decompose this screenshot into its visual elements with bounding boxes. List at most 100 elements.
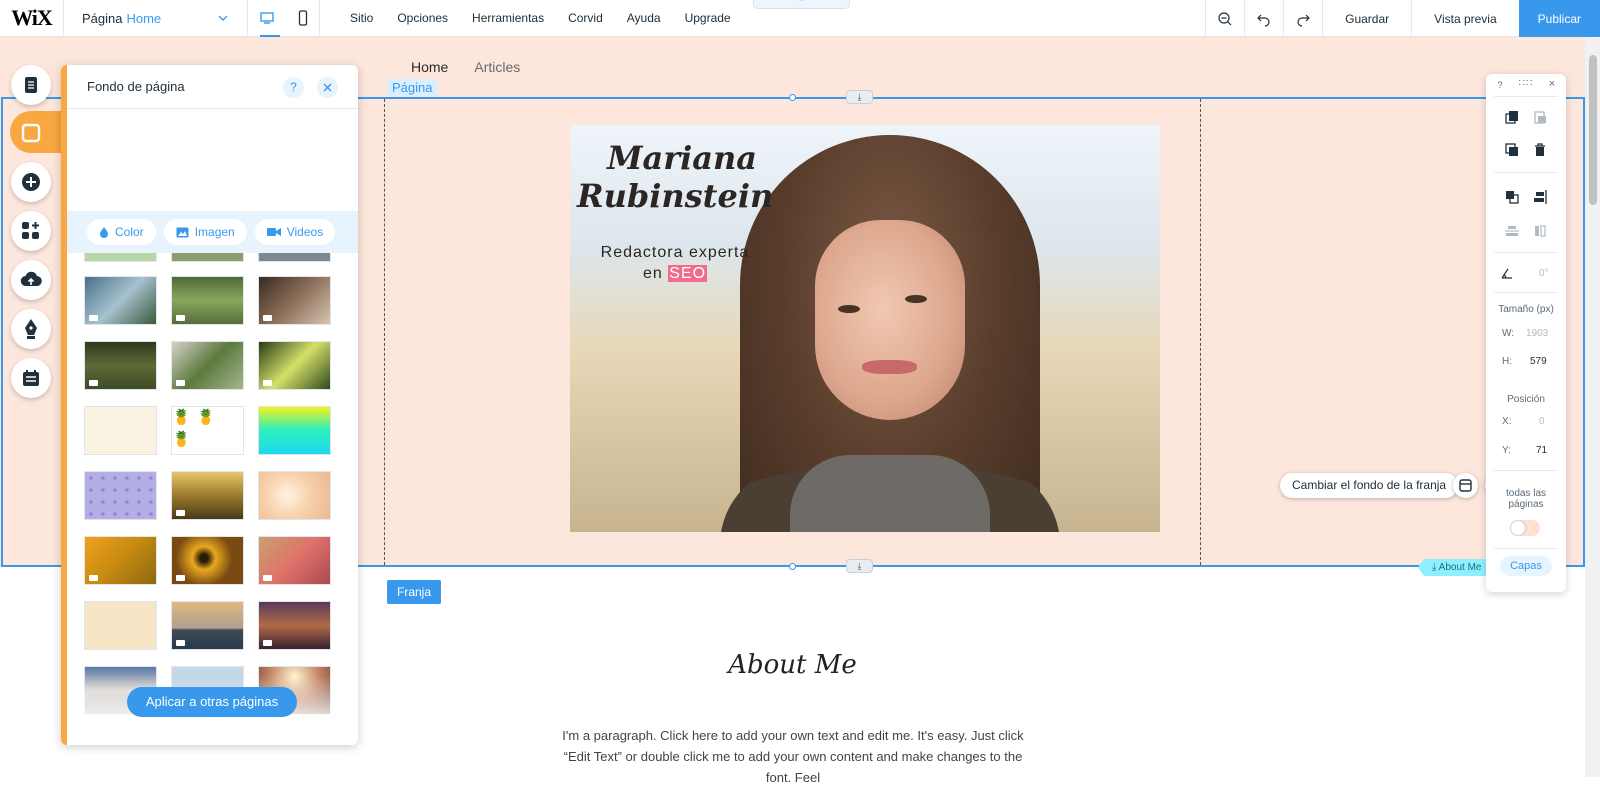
bookings-button[interactable] (11, 358, 51, 398)
tab-image[interactable]: Imagen (163, 219, 247, 245)
apply-to-other-pages-button[interactable]: Aplicar a otras páginas (127, 687, 297, 717)
stretch-handle-bottom[interactable]: ⤓ (846, 559, 873, 573)
top-menu: Sitio Opciones Herramientas Corvid Ayuda… (338, 11, 743, 25)
video-thumbnail[interactable] (258, 276, 331, 325)
rotation-value[interactable]: 0° (1539, 268, 1549, 279)
rotate-angle-icon[interactable] (1500, 266, 1514, 280)
align-center-icon[interactable] (1505, 224, 1519, 238)
paste-icon[interactable] (1533, 110, 1547, 124)
layers-button[interactable]: Capas (1500, 556, 1552, 576)
mobile-icon[interactable] (298, 10, 308, 26)
separator (1494, 172, 1558, 173)
distribute-icon[interactable] (1533, 224, 1547, 238)
width-value[interactable]: 1903 (1526, 328, 1548, 339)
background-type-tabs: Color Imagen Videos (67, 211, 358, 253)
video-camera-icon (89, 315, 98, 321)
video-thumbnail[interactable] (258, 341, 331, 390)
element-tools-panel: ? ∷∷ × 0° Tamaño (px) W: 1903 H: 579 Pos… (1486, 74, 1566, 592)
cloud-upload-icon (20, 271, 42, 287)
nav-articles[interactable]: Articles (474, 59, 520, 75)
left-toolbar (0, 37, 66, 777)
tab-videos[interactable]: Videos (254, 219, 336, 245)
hero-photo-eye (838, 305, 860, 313)
video-thumbnail[interactable] (171, 341, 244, 390)
strip-tag[interactable]: Franja (387, 580, 442, 604)
blog-button[interactable] (11, 309, 51, 349)
video-thumbnail[interactable] (84, 341, 157, 390)
anchor-label[interactable]: ⤓ About Me (1418, 559, 1492, 576)
video-thumbnail[interactable] (84, 601, 157, 650)
menu-ayuda[interactable]: Ayuda (627, 11, 661, 25)
panel-close-button[interactable] (317, 77, 338, 98)
video-thumbnail[interactable] (258, 253, 331, 262)
separator (1494, 548, 1558, 549)
video-thumbnail[interactable]: 🍍🍍🍍 (171, 406, 244, 455)
hero-photo-shirt (790, 455, 990, 532)
tools-close-button[interactable]: × (1512, 78, 1592, 90)
video-thumbnail[interactable] (171, 536, 244, 585)
vertical-scrollbar[interactable] (1585, 37, 1600, 777)
video-thumbnail[interactable] (84, 471, 157, 520)
save-button[interactable]: Guardar (1322, 0, 1411, 37)
video-thumbnail[interactable] (84, 253, 157, 262)
video-thumbnail[interactable] (258, 471, 331, 520)
stretch-handle-top[interactable]: ⤓ (846, 90, 873, 104)
x-value[interactable]: 0 (1539, 416, 1545, 427)
add-button[interactable] (11, 162, 51, 202)
video-thumbnail[interactable] (171, 276, 244, 325)
video-camera-icon (89, 575, 98, 581)
video-thumbnail[interactable] (258, 536, 331, 585)
about-title[interactable]: About Me (600, 650, 985, 680)
preview-button[interactable]: Vista previa (1411, 0, 1518, 37)
video-camera-icon (263, 640, 272, 646)
menu-opciones[interactable]: Opciones (397, 11, 448, 25)
menu-upgrade[interactable]: Upgrade (685, 11, 731, 25)
video-camera-icon (176, 640, 185, 646)
background-button[interactable] (11, 113, 51, 153)
pages-icon (25, 77, 37, 93)
desktop-icon[interactable] (259, 11, 275, 25)
menu-herramientas[interactable]: Herramientas (472, 11, 544, 25)
trash-icon[interactable] (1533, 143, 1547, 157)
video-thumbnail[interactable] (84, 536, 157, 585)
size-label: Tamaño (px) (1498, 304, 1554, 315)
video-thumbnail[interactable] (171, 253, 244, 262)
toggle-knob (1511, 521, 1525, 535)
video-thumbnail[interactable] (258, 406, 331, 455)
video-thumbnail[interactable] (84, 406, 157, 455)
resize-handle-top[interactable] (789, 94, 796, 101)
publish-button[interactable]: Publicar (1518, 0, 1600, 37)
upload-media-button[interactable] (11, 260, 51, 300)
about-paragraph[interactable]: I'm a paragraph. Click here to add your … (553, 725, 1033, 788)
arrange-icon[interactable] (1505, 190, 1519, 204)
nav-home[interactable]: Home (411, 59, 448, 75)
wix-logo[interactable]: WiX (0, 5, 63, 31)
pages-button[interactable] (11, 65, 51, 105)
duplicate-icon[interactable] (1505, 143, 1519, 157)
topbar-right-tools: Guardar Vista previa Publicar (1205, 0, 1600, 37)
strip-layout-button[interactable] (1453, 473, 1478, 498)
zoom-out-button[interactable] (1205, 0, 1244, 37)
video-thumbnail[interactable] (258, 601, 331, 650)
panel-help-button[interactable]: ? (283, 77, 304, 98)
video-thumbnail[interactable] (171, 601, 244, 650)
video-thumbnail[interactable] (171, 471, 244, 520)
page-selector[interactable]: Página Home (63, 0, 248, 37)
resize-handle-bottom[interactable] (789, 563, 796, 570)
video-thumbnail[interactable] (84, 276, 157, 325)
copy-icon[interactable] (1505, 110, 1519, 124)
menu-sitio[interactable]: Sitio (350, 11, 373, 25)
undo-button[interactable] (1244, 0, 1283, 37)
align-right-icon[interactable] (1533, 190, 1547, 204)
menu-corvid[interactable]: Corvid (568, 11, 603, 25)
add-apps-button[interactable] (11, 211, 51, 251)
change-strip-background-button[interactable]: Cambiar el fondo de la franja (1280, 473, 1459, 498)
tab-color[interactable]: Color (87, 219, 156, 245)
y-value[interactable]: 71 (1536, 445, 1547, 456)
redo-button[interactable] (1283, 0, 1322, 37)
hero-subtitle[interactable]: Redactora experta en SEO (595, 242, 755, 284)
height-value[interactable]: 579 (1530, 356, 1547, 367)
collapse-topbar-handle[interactable]: ⌃ (753, 0, 850, 9)
show-on-all-pages-toggle[interactable] (1510, 520, 1540, 536)
hero-title[interactable]: Mariana Rubinstein (577, 139, 773, 215)
